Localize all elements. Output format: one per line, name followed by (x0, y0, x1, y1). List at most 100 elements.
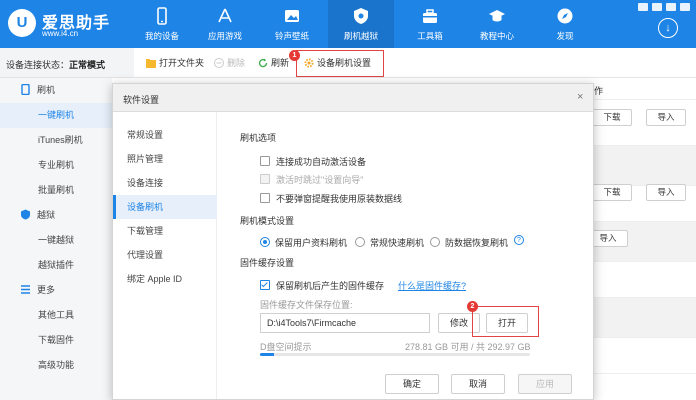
mode-anti-recovery-radio[interactable]: 防数据恢复刷机 (430, 236, 508, 249)
nav-label: 应用游戏 (207, 31, 242, 41)
disk-space-label: D盘空间提示 (260, 342, 312, 352)
sidebar: 刷机 一键刷机 iTunes刷机 专业刷机 批量刷机 越狱 一键越狱 越狱插件 … (0, 78, 112, 400)
help-icon[interactable]: ? (514, 235, 524, 245)
sidebar-item-itunes-flash[interactable]: iTunes刷机 (0, 128, 112, 153)
settings-nav-general[interactable]: 常规设置 (113, 123, 217, 147)
disk-space-usage: 278.81 GB 可用 / 共 292.97 GB (405, 342, 531, 352)
checkbox-box[interactable] (260, 193, 270, 203)
minimize-icon[interactable] (652, 3, 662, 11)
toolbox-icon (423, 9, 437, 23)
checkbox-box[interactable] (260, 156, 270, 166)
window-controls (634, 3, 690, 13)
table-row: 导入 (580, 222, 696, 262)
jailbreak-icon (21, 209, 30, 220)
app-url: www.i4.cn (42, 29, 79, 38)
download-manager-icon[interactable]: ↓ (658, 18, 678, 38)
delete-button[interactable]: 删除 (214, 56, 245, 69)
download-button[interactable]: 下载 (592, 184, 632, 201)
cache-path-field[interactable]: D:\i4Tools7\Firmcache (260, 313, 430, 333)
auto-activate-checkbox[interactable]: 连接成功自动激活设备 (260, 155, 366, 168)
sidebar-item-other-tools[interactable]: 其他工具 (0, 303, 112, 328)
table-row: 下载 导入 (580, 184, 696, 222)
close-icon[interactable]: × (577, 91, 583, 103)
nav-my-device[interactable]: 我的设备 (129, 0, 195, 48)
nav-ringtones-wallpapers[interactable]: 铃声壁纸 (259, 0, 325, 48)
radio-dot[interactable] (430, 237, 440, 247)
nav-label: 铃声壁纸 (274, 31, 309, 41)
settings-nav-photos[interactable]: 照片管理 (113, 147, 217, 171)
graduation-cap-icon (489, 10, 505, 22)
nav-apps-games[interactable]: 应用游戏 (192, 0, 258, 48)
download-button[interactable]: 下载 (592, 109, 632, 126)
table-row (580, 146, 696, 186)
apply-button[interactable]: 应用 (518, 374, 572, 394)
checkbox-box[interactable] (260, 174, 270, 184)
sidebar-group-more[interactable]: 更多 (0, 278, 112, 303)
ok-button[interactable]: 确定 (385, 374, 439, 394)
cache-path-label: 固件缓存文件保存位置: (260, 300, 353, 310)
settings-nav-apple-id[interactable]: 绑定 Apple ID (113, 267, 217, 291)
settings-nav-device-connection[interactable]: 设备连接 (113, 171, 217, 195)
nav-toolbox[interactable]: 工具箱 (397, 0, 463, 48)
table-header: 作 (580, 78, 696, 100)
cancel-button[interactable]: 取消 (451, 374, 505, 394)
refresh-button[interactable]: 刷新 (258, 56, 289, 69)
app-logo-icon: U (8, 9, 36, 37)
top-navigation-bar: U 爱思助手 www.i4.cn 我的设备 应用游戏 铃声壁纸 刷机越狱 工具箱… (0, 0, 696, 48)
sidebar-group-flash[interactable]: 刷机 (0, 78, 112, 103)
disk-space-bar-fill (260, 353, 274, 356)
wallpaper-icon (285, 10, 299, 22)
status-value: 正常模式 (69, 60, 106, 70)
firmware-table-background: 作 下载 导入 下载 导入 导入 (580, 78, 696, 400)
import-button[interactable]: 导入 (646, 184, 686, 201)
sidebar-item-one-click-flash[interactable]: 一键刷机 (0, 103, 112, 128)
table-row (580, 262, 696, 298)
settings-nav-device-flash[interactable]: 设备刷机 (113, 195, 217, 219)
nav-label: 工具箱 (417, 31, 443, 41)
no-cable-reminder-checkbox[interactable]: 不要弹窗提醒我使用原装数据线 (260, 192, 402, 205)
open-folder-path-button[interactable]: 打开 (486, 313, 528, 333)
sidebar-item-jailbreak-plugins[interactable]: 越狱插件 (0, 253, 112, 278)
settings-nav-downloads[interactable]: 下载管理 (113, 219, 217, 243)
table-row (580, 338, 696, 374)
what-is-firmware-cache-link[interactable]: 什么是固件缓存? (398, 279, 466, 292)
close-window-icon[interactable] (680, 3, 690, 11)
delete-icon (214, 58, 224, 68)
section-flash-mode: 刷机模式设置 (240, 216, 295, 226)
nav-flash-jailbreak[interactable]: 刷机越狱 (328, 0, 394, 48)
sidebar-item-batch-flash[interactable]: 批量刷机 (0, 178, 112, 203)
dialog-title: 软件设置 (123, 95, 160, 105)
phone-icon (157, 7, 167, 25)
import-button[interactable]: 导入 (646, 109, 686, 126)
sidebar-group-jailbreak[interactable]: 越狱 (0, 203, 112, 228)
sidebar-item-pro-flash[interactable]: 专业刷机 (0, 153, 112, 178)
mode-quick-flash-radio[interactable]: 常规快速刷机 (355, 236, 424, 249)
section-firmware-cache: 固件缓存设置 (240, 258, 295, 268)
dialog-settings-nav: 常规设置 照片管理 设备连接 设备刷机 下载管理 代理设置 绑定 Apple I… (113, 112, 217, 399)
checkbox-box[interactable] (260, 280, 270, 290)
menu-icon[interactable] (638, 3, 648, 11)
radio-dot[interactable] (260, 237, 270, 247)
open-folder-button[interactable]: 打开文件夹 (146, 56, 204, 69)
compass-icon (557, 8, 573, 24)
mode-keep-data-radio[interactable]: 保留用户资料刷机 (260, 236, 347, 249)
nav-discover[interactable]: 发现 (532, 0, 598, 48)
settings-nav-proxy[interactable]: 代理设置 (113, 243, 217, 267)
status-label: 设备连接状态： (6, 60, 70, 70)
column-header-operation: 作 (594, 86, 604, 96)
step-badge-2: 2 (467, 301, 478, 312)
radio-dot[interactable] (355, 237, 365, 247)
nav-tutorial-center[interactable]: 教程中心 (464, 0, 530, 48)
flash-device-icon (21, 84, 30, 95)
sidebar-item-download-firmware[interactable]: 下载固件 (0, 328, 112, 353)
maximize-icon[interactable] (666, 3, 676, 11)
table-row: 下载 导入 (580, 100, 696, 146)
skip-setup-wizard-checkbox[interactable]: 激活时跳过"设置向导" (260, 173, 363, 186)
app-store-icon (218, 8, 232, 23)
sidebar-item-one-click-jailbreak[interactable]: 一键越狱 (0, 228, 112, 253)
sidebar-item-advanced[interactable]: 高级功能 (0, 353, 112, 378)
keep-firmware-cache-checkbox[interactable]: 保留刷机后产生的固件缓存 (260, 279, 384, 292)
flash-settings-highlight (296, 50, 384, 77)
import-button[interactable]: 导入 (588, 230, 628, 247)
nav-label: 发现 (556, 31, 574, 41)
